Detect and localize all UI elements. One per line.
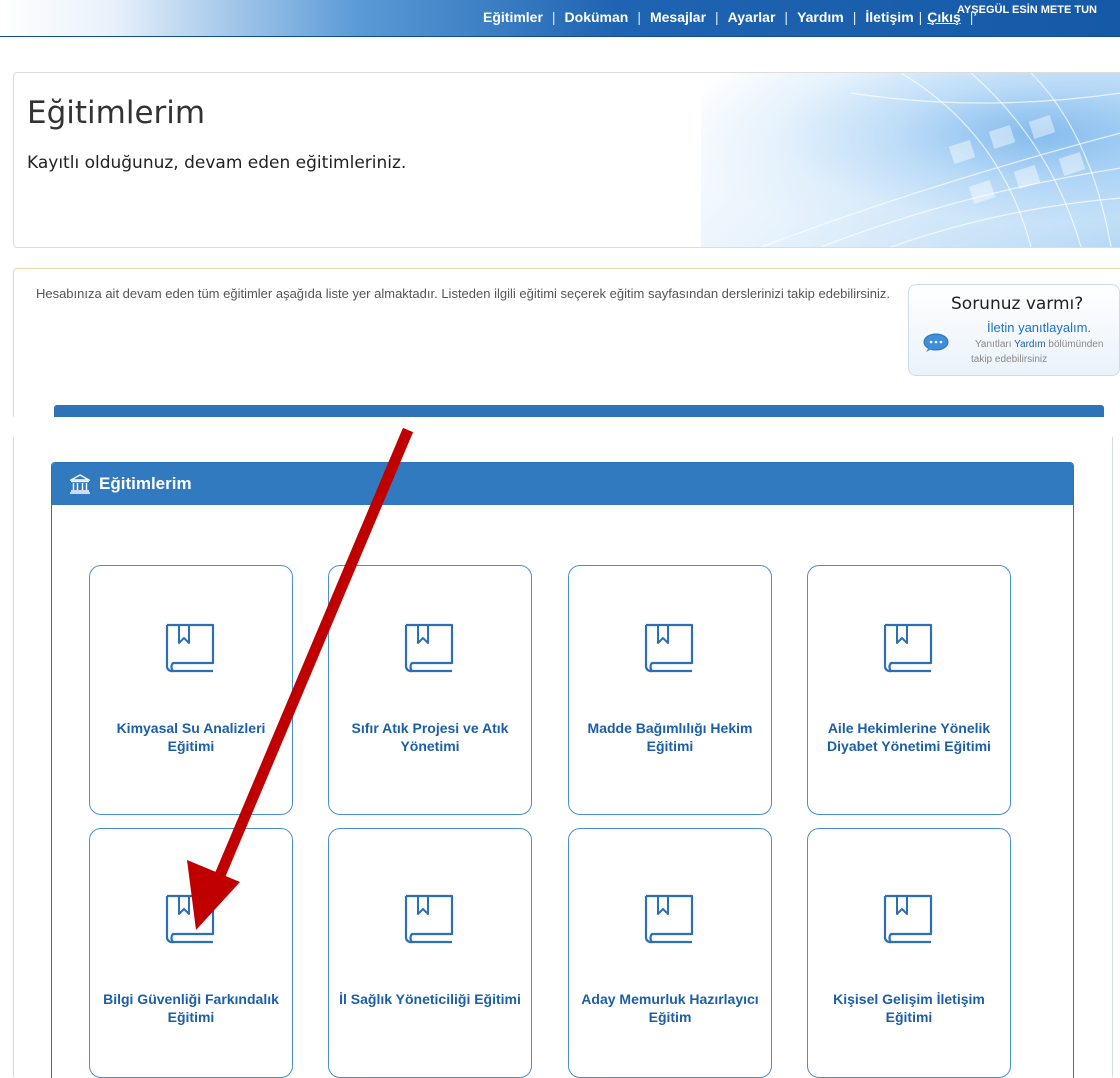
book-icon xyxy=(165,623,215,673)
info-description: Hesabınıza ait devam eden tüm eğitimler … xyxy=(35,286,891,301)
help-note: Yanıtları Yardım bölümünden takip edebil… xyxy=(971,337,1120,367)
user-name[interactable]: AYŞEGÜL ESİN METE TUN xyxy=(957,4,1097,16)
book-icon xyxy=(883,894,933,944)
course-title: Sıfır Atık Projesi ve Atık Yönetimi xyxy=(351,720,509,754)
chat-bubble-icon xyxy=(923,333,949,352)
help-box[interactable]: Sorunuz varmı? İletin yanıtlayalım. Yanı… xyxy=(908,284,1120,376)
course-card-bilgi-guvenligi[interactable]: Bilgi Güvenliği Farkındalık Eğitimi xyxy=(89,828,293,1078)
course-card-madde-bagimliligi[interactable]: Madde Bağımlılığı Hekim Eğitimi xyxy=(568,565,772,815)
bank-icon xyxy=(70,474,90,494)
header-background-art xyxy=(701,73,1120,247)
nav-ayarlar[interactable]: Ayarlar xyxy=(728,9,776,25)
panel-header-strip xyxy=(54,405,1104,417)
course-title: Kişisel Gelişim İletişim Eğitimi xyxy=(833,991,985,1025)
book-icon xyxy=(883,623,933,673)
course-card-sifir-atik[interactable]: Sıfır Atık Projesi ve Atık Yönetimi xyxy=(328,565,532,815)
nav-yardim[interactable]: Yardım xyxy=(797,9,844,25)
course-title: Aile Hekimlerine Yönelik Diyabet Yönetim… xyxy=(827,720,991,754)
nav-mesajlar[interactable]: Mesajlar xyxy=(650,9,706,25)
courses-panel-header: Eğitimlerim xyxy=(52,463,1073,505)
help-question: Sorunuz varmı? xyxy=(951,294,1084,314)
course-card-il-saglik[interactable]: İl Sağlık Yöneticiliği Eğitimi xyxy=(328,828,532,1078)
course-title: İl Sağlık Yöneticiliği Eğitimi xyxy=(339,991,521,1007)
page-title: Eğitimlerim xyxy=(27,95,206,131)
courses-panel-title: Eğitimlerim xyxy=(99,474,192,493)
page-header: Eğitimlerim Kayıtlı olduğunuz, devam ede… xyxy=(13,72,1120,248)
nav-separator: | xyxy=(715,9,719,25)
nav-dokuman[interactable]: Doküman xyxy=(565,9,629,25)
book-icon xyxy=(165,894,215,944)
nav-separator: | xyxy=(918,9,923,25)
course-card-aile-hekimlerine[interactable]: Aile Hekimlerine Yönelik Diyabet Yönetim… xyxy=(807,565,1011,815)
header-grid-graphic xyxy=(760,73,1120,247)
nav-egitimler[interactable]: Eğitimler xyxy=(483,9,543,25)
course-card-aday-memurluk[interactable]: Aday Memurluk Hazırlayıcı Eğitim xyxy=(568,828,772,1078)
book-icon xyxy=(404,894,454,944)
book-icon xyxy=(404,623,454,673)
main-nav: Eğitimler | Doküman | Mesajlar | Ayarlar | Y… xyxy=(483,9,982,25)
frame-divider xyxy=(1112,437,1113,1077)
course-title: Madde Bağımlılığı Hekim Eğitimi xyxy=(587,720,753,754)
book-icon xyxy=(644,623,694,673)
help-yardim-link[interactable]: Yardım xyxy=(1014,339,1046,350)
course-title: Aday Memurluk Hazırlayıcı Eğitim xyxy=(581,991,759,1025)
course-title: Kimyasal Su Analizleri Eğitimi xyxy=(116,720,266,754)
help-note-after: bölümünden xyxy=(1048,339,1104,350)
help-note-before: Yanıtları xyxy=(975,339,1012,350)
nav-separator: | xyxy=(637,9,641,25)
book-icon xyxy=(644,894,694,944)
info-panel: Hesabınıza ait devam eden tüm eğitimler … xyxy=(13,268,1120,417)
courses-panel: Eğitimlerim Kimyasal Su Analizleri Eğiti… xyxy=(51,462,1074,1078)
nav-separator: | xyxy=(784,9,789,25)
nav-iletisim[interactable]: İletişim xyxy=(865,9,913,25)
course-card-kimyasal-su[interactable]: Kimyasal Su Analizleri Eğitimi xyxy=(89,565,293,815)
nav-separator: | xyxy=(551,9,556,25)
course-title: Bilgi Güvenliği Farkındalık Eğitimi xyxy=(103,991,279,1025)
nav-cikis[interactable]: Çıkış xyxy=(927,9,960,25)
top-navbar: Eğitimler | Doküman | Mesajlar | Ayarlar | Y… xyxy=(0,0,1120,37)
course-card-kisisel-gelisim[interactable]: Kişisel Gelişim İletişim Eğitimi xyxy=(807,828,1011,1078)
page-subtitle: Kayıtlı olduğunuz, devam eden eğitimleri… xyxy=(27,153,407,173)
help-note-line2: takip edebilirsiniz xyxy=(971,354,1048,365)
help-answer-link[interactable]: İletin yanıtlayalım. xyxy=(987,320,1091,335)
nav-separator: | xyxy=(852,9,857,25)
